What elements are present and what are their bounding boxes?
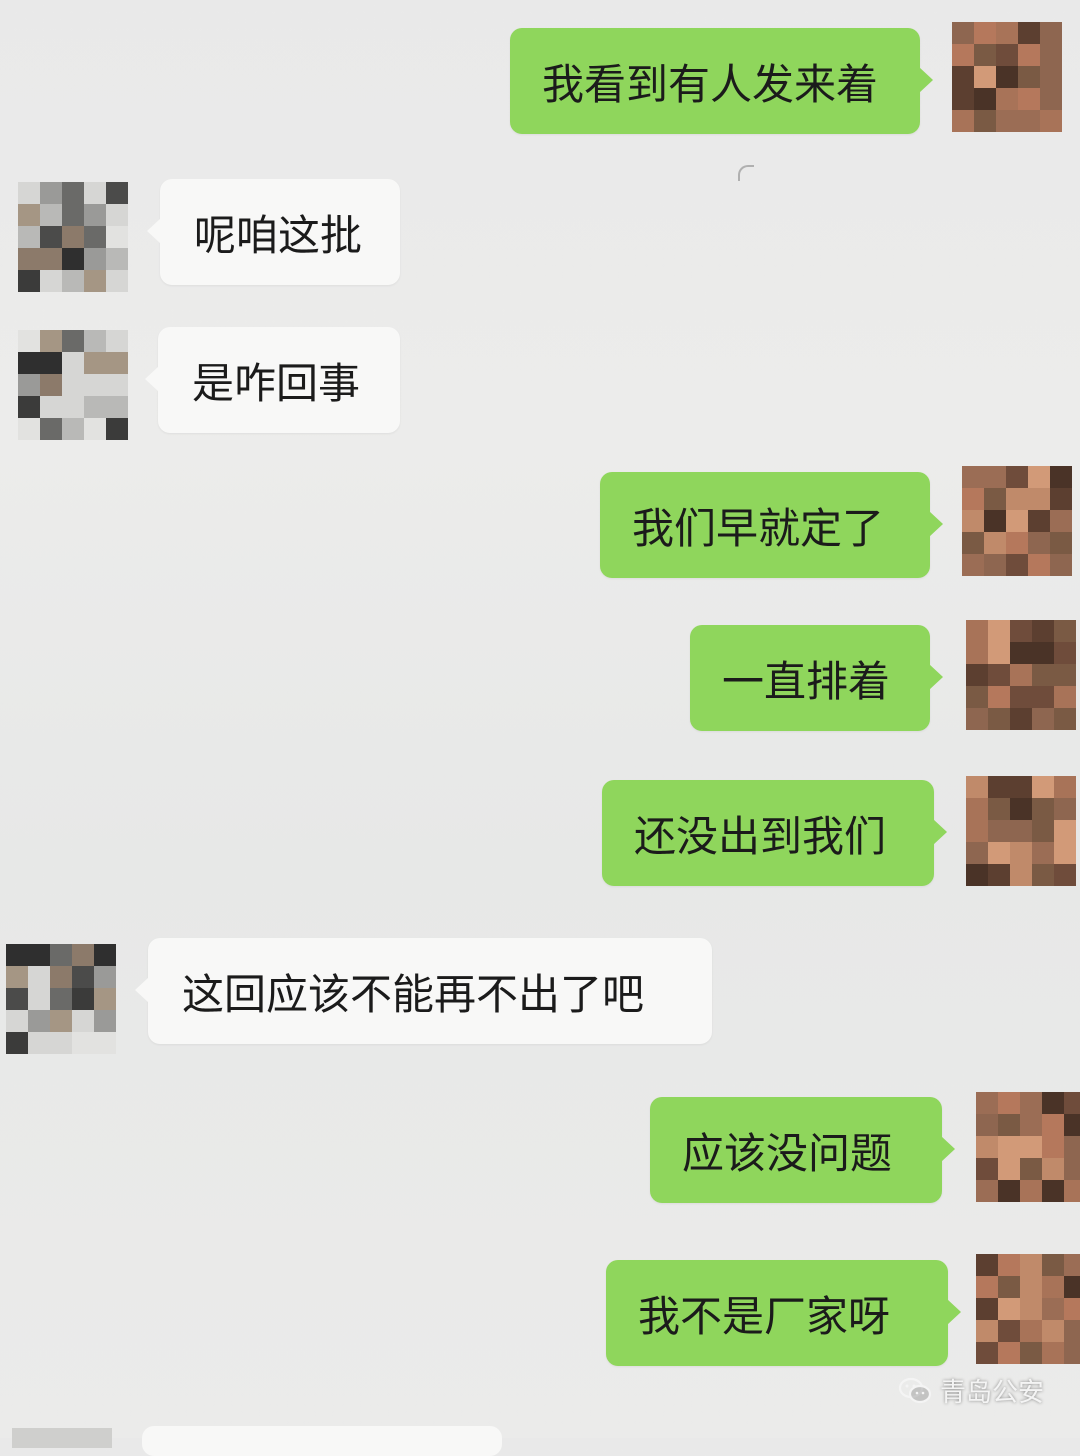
message-text: 应该没问题	[682, 1128, 893, 1178]
message-text: 还没出到我们	[634, 811, 887, 861]
message-text: 我不是厂家呀	[638, 1291, 891, 1341]
contact-avatar[interactable]	[18, 182, 128, 292]
incoming-message-bubble[interactable]: 呢咱这批	[147, 179, 400, 285]
outgoing-message-bubble[interactable]: 应该没问题	[650, 1097, 955, 1203]
watermark: 青岛公安	[898, 1372, 1044, 1409]
scratch-mark	[738, 165, 754, 181]
contact-avatar[interactable]	[18, 330, 128, 440]
outgoing-message-bubble[interactable]: 还没出到我们	[602, 780, 947, 886]
contact-avatar[interactable]	[6, 944, 116, 1054]
watermark-text: 青岛公安	[939, 1378, 1044, 1408]
own-avatar[interactable]	[976, 1092, 1080, 1202]
own-avatar[interactable]	[952, 22, 1062, 132]
message-text: 呢咱这批	[194, 210, 363, 260]
own-avatar[interactable]	[962, 466, 1072, 576]
contact-avatar[interactable]	[12, 1428, 112, 1448]
own-avatar[interactable]	[976, 1254, 1080, 1364]
wechat-icon	[898, 1377, 932, 1405]
outgoing-message-bubble[interactable]: 我不是厂家呀	[606, 1260, 961, 1366]
incoming-message-bubble[interactable]	[142, 1426, 502, 1456]
message-text: 一直排着	[722, 656, 891, 706]
message-text: 是咋回事	[192, 358, 361, 408]
message-text: 我看到有人发来着	[542, 59, 879, 109]
incoming-message-bubble[interactable]: 这回应该不能再不出了吧	[135, 938, 712, 1044]
message-text: 我们早就定了	[632, 503, 885, 553]
own-avatar[interactable]	[966, 776, 1076, 886]
outgoing-message-bubble[interactable]: 我看到有人发来着	[510, 28, 933, 134]
outgoing-message-bubble[interactable]: 一直排着	[690, 625, 943, 731]
outgoing-message-bubble[interactable]: 我们早就定了	[600, 472, 943, 578]
own-avatar[interactable]	[966, 620, 1076, 730]
message-text: 这回应该不能再不出了吧	[182, 969, 645, 1019]
incoming-message-bubble[interactable]: 是咋回事	[145, 327, 400, 433]
